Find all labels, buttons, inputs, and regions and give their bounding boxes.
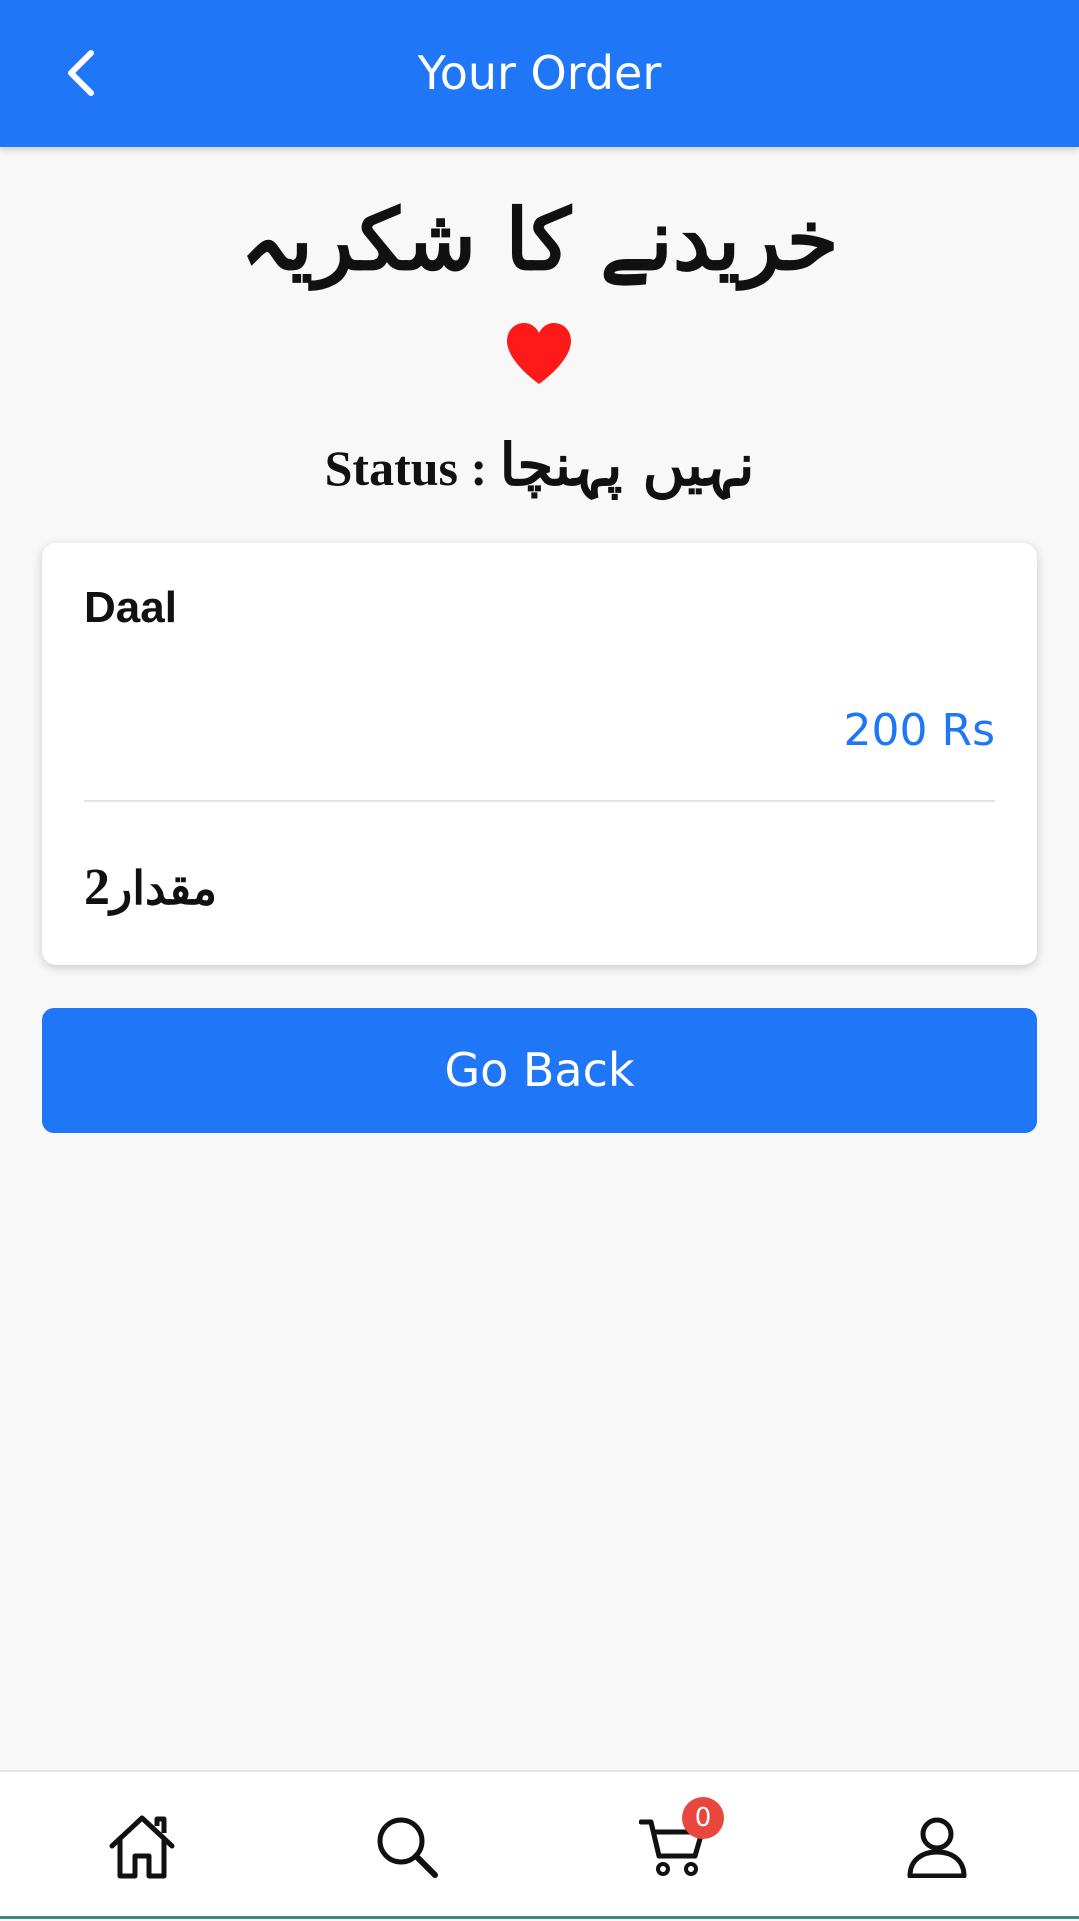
user-icon	[907, 1817, 967, 1878]
order-status: Status : نہیں پہنچا	[0, 420, 1079, 513]
app-header: Your Order	[0, 0, 1079, 147]
thank-you-message: خریدنے کا شکریہ	[240, 190, 839, 289]
status-value: نہیں پہنچا	[499, 431, 755, 499]
bottom-navigation	[0, 1770, 1079, 1921]
go-back-button[interactable]: Go Back	[42, 1008, 1037, 1133]
nav-home[interactable]	[97, 1802, 187, 1892]
quantity-value: 2	[84, 859, 110, 916]
quantity-label: مقدار	[110, 861, 218, 915]
page-title: Your Order	[417, 46, 662, 100]
home-icon	[109, 1815, 175, 1879]
search-icon	[377, 1817, 438, 1878]
heart-icon	[505, 322, 573, 391]
item-quantity: 2مقدار	[84, 858, 217, 917]
nav-profile[interactable]	[892, 1802, 982, 1892]
item-name: Daal	[84, 583, 177, 632]
cart-count-badge: 0	[682, 1797, 724, 1839]
item-price: 200 Rs	[843, 705, 995, 756]
nav-search[interactable]	[362, 1802, 452, 1892]
divider	[84, 800, 995, 802]
order-item-card: Daal 200 Rs 2مقدار	[42, 543, 1037, 965]
status-label: Status :	[324, 440, 488, 496]
